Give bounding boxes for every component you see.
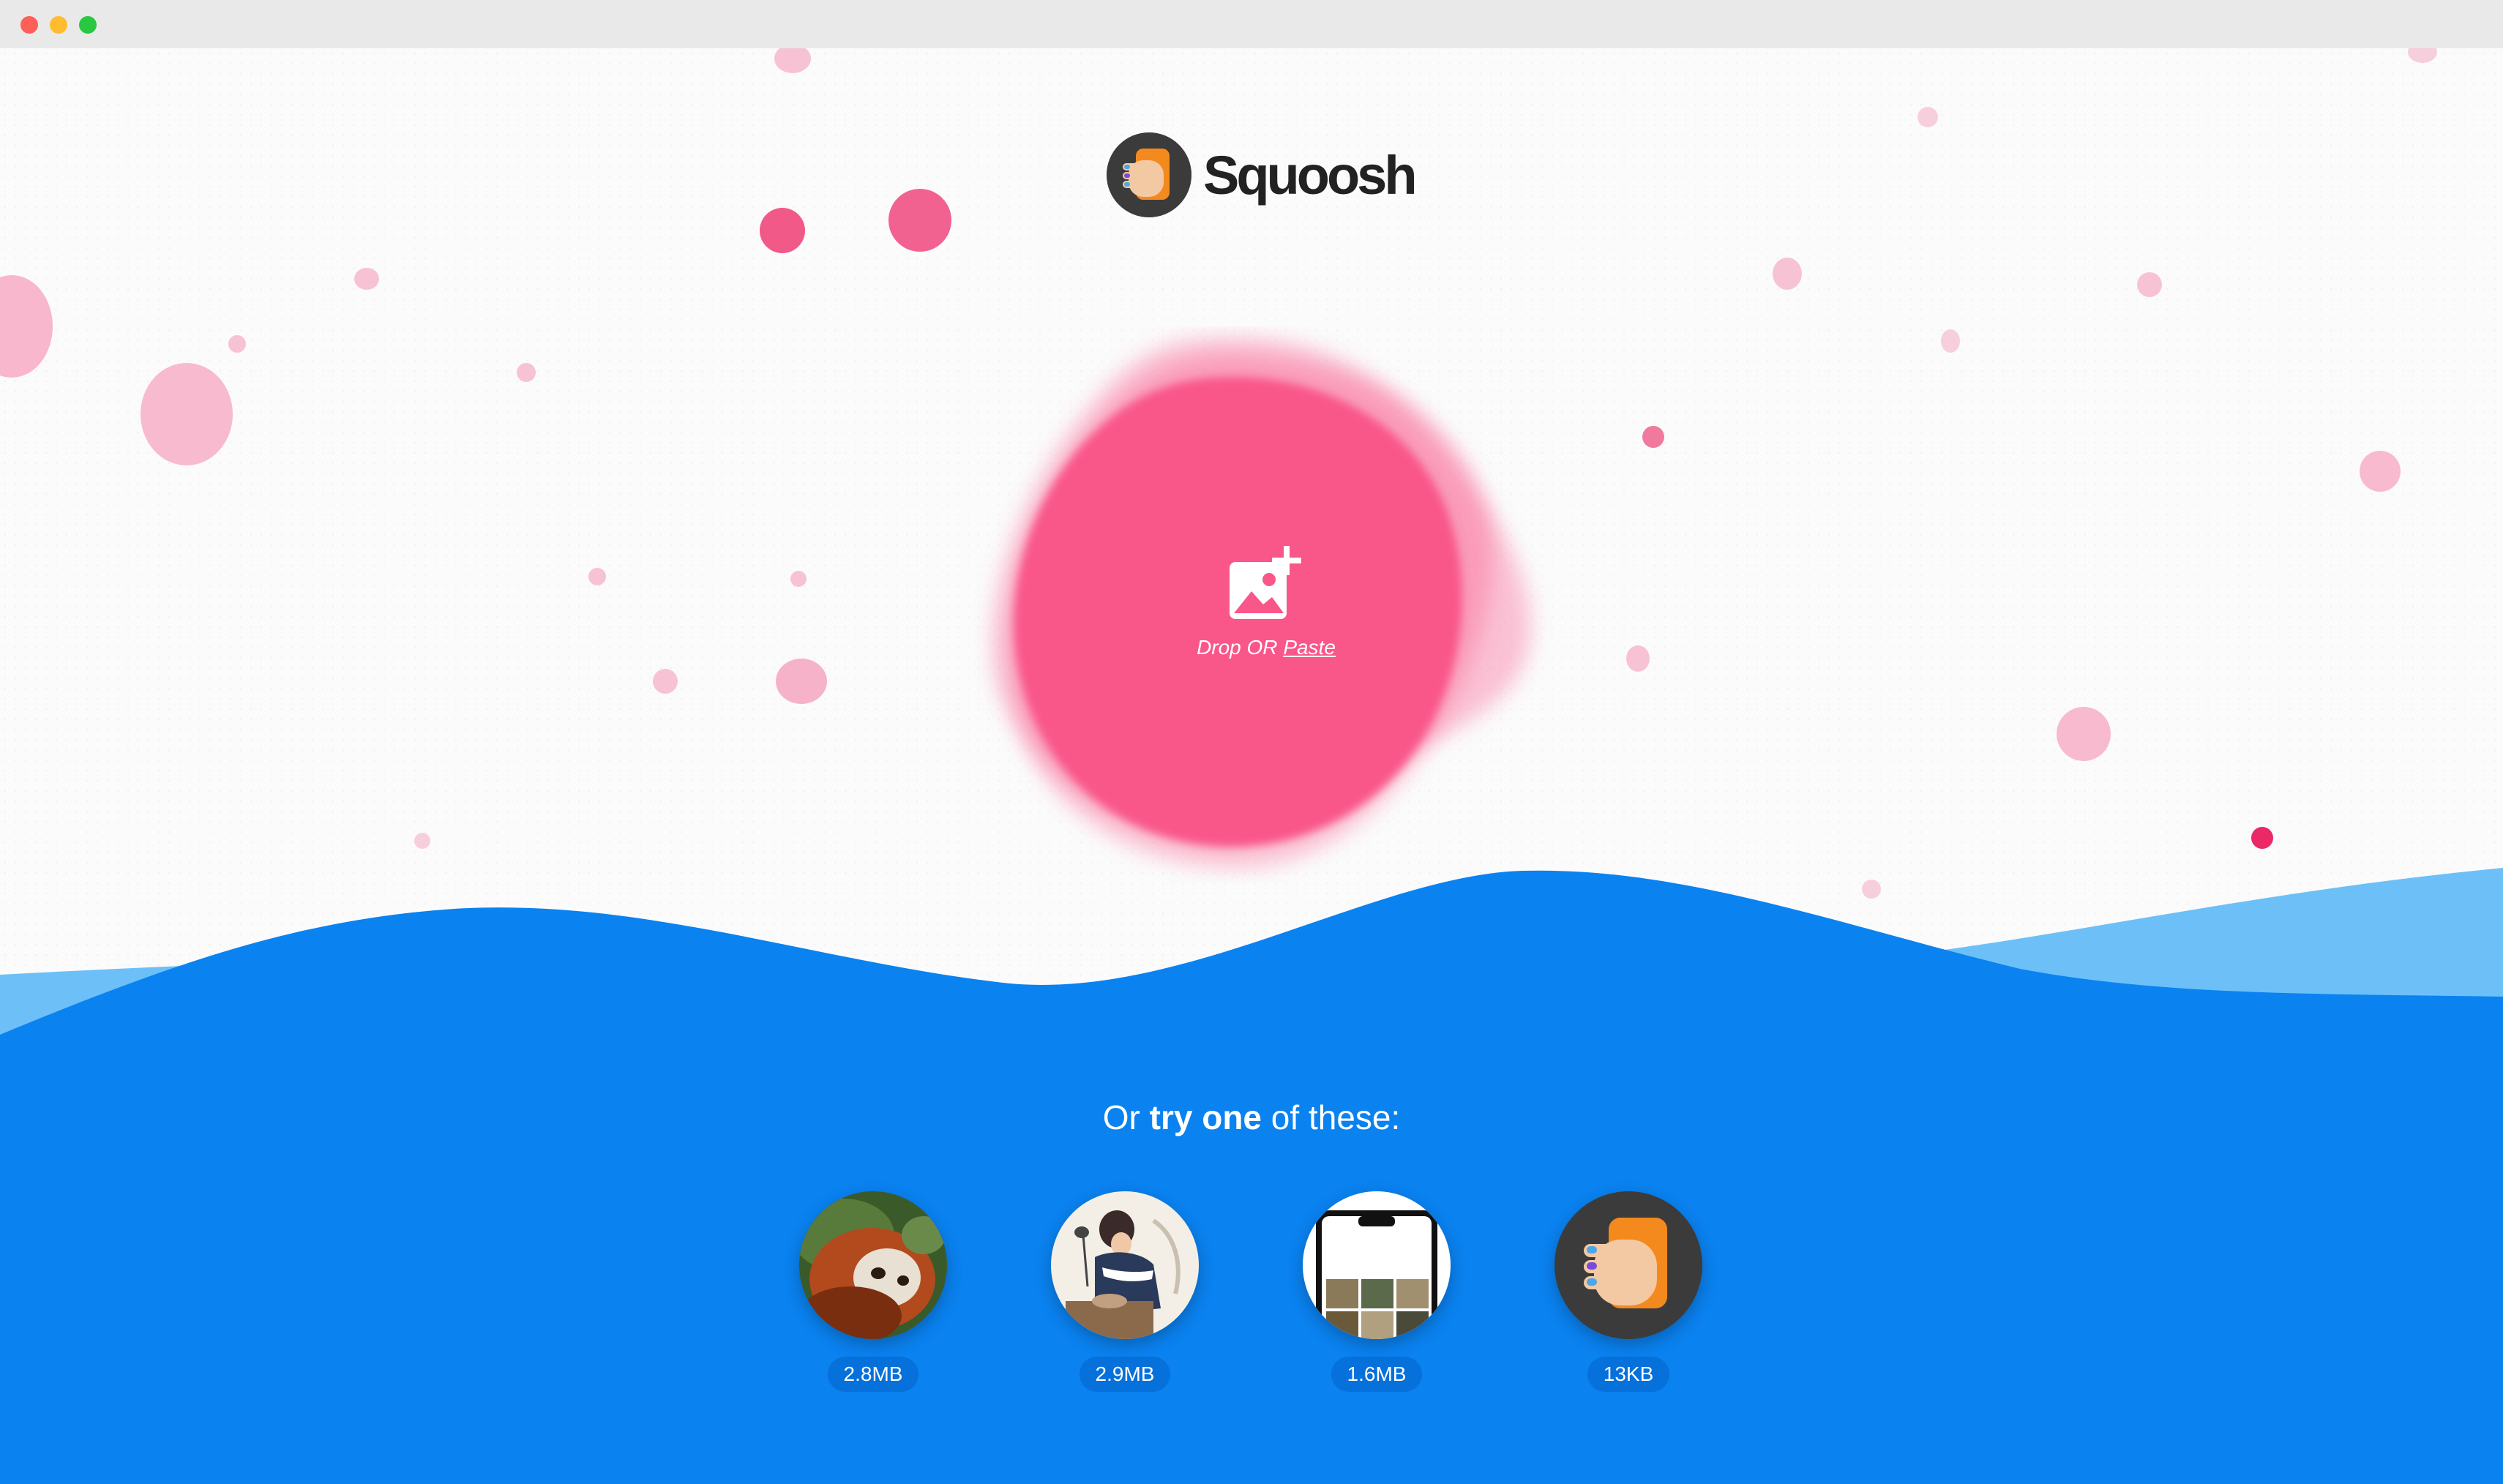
demo-file-size: 2.8MB	[827, 1357, 919, 1392]
close-window-button[interactable]	[20, 16, 38, 34]
try-emphasis: try one	[1149, 1098, 1262, 1136]
maximize-window-button[interactable]	[79, 16, 97, 34]
red-panda-photo[interactable]	[799, 1191, 947, 1339]
device-screen-photo[interactable]	[1303, 1191, 1451, 1339]
demo-section-title: Or try one of these:	[0, 1098, 2503, 1137]
try-prefix: Or	[1102, 1098, 1150, 1136]
demo-file-size: 13KB	[1587, 1357, 1670, 1392]
browser-window: Squoosh Drop OR Paste Or try one of thes…	[0, 0, 2503, 1484]
landing-page: Squoosh Drop OR Paste Or try one of thes…	[0, 48, 2503, 1484]
demo-item-red-panda[interactable]: 2.8MB	[796, 1191, 950, 1392]
artwork-illustration[interactable]	[1051, 1191, 1199, 1339]
try-suffix: of these:	[1262, 1098, 1401, 1136]
demo-file-size: 1.6MB	[1331, 1357, 1423, 1392]
demo-images-list: 2.8MB 2.9MB 1.6MB 13KB	[0, 1191, 2503, 1411]
title-bar	[0, 0, 2503, 48]
demo-file-size: 2.9MB	[1079, 1357, 1171, 1392]
demo-item-device-screen[interactable]: 1.6MB	[1300, 1191, 1453, 1392]
minimize-window-button[interactable]	[50, 16, 67, 34]
demo-item-artwork[interactable]: 2.9MB	[1048, 1191, 1202, 1392]
demo-item-squoosh-logo[interactable]: 13KB	[1552, 1191, 1705, 1392]
squoosh-logo-icon[interactable]	[1554, 1191, 1702, 1339]
